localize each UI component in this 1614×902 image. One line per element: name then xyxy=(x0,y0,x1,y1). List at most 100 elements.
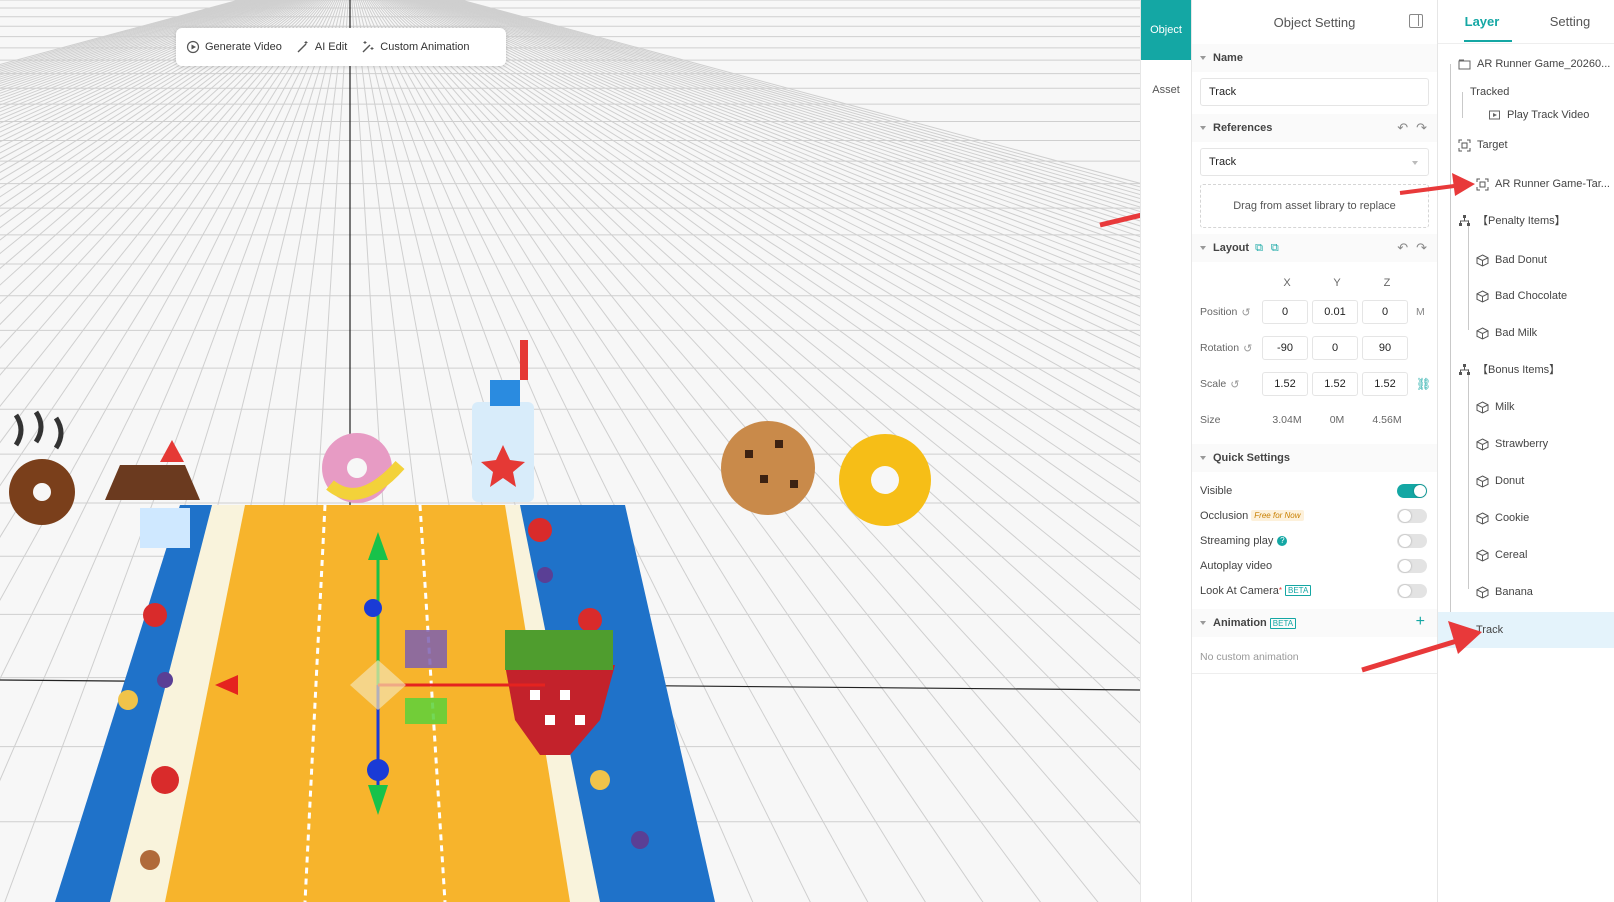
link-scale-icon[interactable]: ⛓ xyxy=(1416,377,1431,391)
visible-toggle[interactable] xyxy=(1397,484,1427,498)
tab-asset[interactable]: Asset xyxy=(1141,60,1191,120)
layer-item-tracked[interactable]: Tracked xyxy=(1470,83,1509,101)
cereal-model[interactable] xyxy=(839,434,931,526)
tree-guide-line xyxy=(1450,64,1451,624)
layer-item-play-track-video[interactable]: Play Track Video xyxy=(1488,106,1589,124)
panel-title: Object Setting xyxy=(1273,14,1356,30)
layer-item-banana[interactable]: Banana xyxy=(1476,583,1533,601)
add-animation-icon[interactable]: + xyxy=(1416,613,1425,631)
scale-y-input[interactable]: 1.52 xyxy=(1312,372,1358,396)
layer-item-bad-donut[interactable]: Bad Donut xyxy=(1476,251,1547,269)
layer-item-root[interactable]: AR Runner Game_20260... xyxy=(1458,55,1610,73)
position-label: Position xyxy=(1200,306,1238,318)
size-label: Size xyxy=(1200,414,1221,426)
position-x-input[interactable]: 0 xyxy=(1262,300,1308,324)
layer-item-label: Cereal xyxy=(1495,549,1528,561)
tab-setting[interactable]: Setting xyxy=(1526,14,1614,29)
milk-bottle-model[interactable] xyxy=(472,340,534,502)
occlusion-setting: Occlusion Free for Now xyxy=(1192,503,1437,528)
cube-icon xyxy=(1476,511,1489,525)
bad-donut-model[interactable] xyxy=(9,410,75,525)
scale-z-input[interactable]: 1.52 xyxy=(1362,372,1408,396)
redo-icon[interactable]: ↷ xyxy=(1416,121,1427,134)
help-icon[interactable]: ? xyxy=(1277,535,1288,546)
rotation-label: Rotation xyxy=(1200,342,1240,354)
tab-object-label: Object xyxy=(1150,24,1182,36)
copy-layout-icon[interactable]: ⧉ xyxy=(1255,242,1263,255)
beta-badge: BETA xyxy=(1285,585,1312,596)
rotation-x-input[interactable]: -90 xyxy=(1262,336,1308,360)
layer-item-label: Donut xyxy=(1495,475,1525,487)
layer-item-donut[interactable]: Donut xyxy=(1476,472,1524,490)
scale-row: Scale ↺ 1.52 1.52 1.52 ⛓ xyxy=(1192,366,1437,402)
layer-item-milk[interactable]: Milk xyxy=(1476,398,1515,416)
rotation-y-input[interactable]: 0 xyxy=(1312,336,1358,360)
reset-icon[interactable]: ↺ xyxy=(1230,378,1239,391)
asset-drop-zone[interactable]: Drag from asset library to replace xyxy=(1200,184,1429,228)
references-section-header[interactable]: References ↶ ↷ xyxy=(1192,114,1437,142)
layer-item-label: Play Track Video xyxy=(1507,109,1590,121)
quick-settings-title: Quick Settings xyxy=(1213,452,1291,464)
layer-item-penalty-group[interactable]: 【Penalty Items】 xyxy=(1458,211,1566,229)
tab-layer[interactable]: Layer xyxy=(1438,14,1526,29)
custom-animation-button[interactable]: Custom Animation xyxy=(361,40,470,54)
tab-asset-label: Asset xyxy=(1152,84,1180,96)
collapse-panel-icon[interactable] xyxy=(1409,14,1423,28)
position-z-input[interactable]: 0 xyxy=(1362,300,1408,324)
layer-tabs: Layer Setting xyxy=(1438,0,1614,44)
references-section-title: References xyxy=(1213,122,1273,134)
name-section-header[interactable]: Name xyxy=(1192,44,1437,72)
no-animation-text: No custom animation xyxy=(1192,637,1437,674)
tab-object[interactable]: Object xyxy=(1141,0,1191,60)
occlusion-toggle[interactable] xyxy=(1397,509,1427,523)
quick-settings-section-header[interactable]: Quick Settings xyxy=(1192,444,1437,472)
layer-item-cookie[interactable]: Cookie xyxy=(1476,509,1529,527)
side-tab-strip: Object Asset xyxy=(1140,0,1192,902)
layout-section-header[interactable]: Layout ⧉ ⧉ ↶ ↷ xyxy=(1192,234,1437,262)
bad-chocolate-model[interactable] xyxy=(105,440,200,500)
layer-item-bad-milk[interactable]: Bad Milk xyxy=(1476,324,1537,342)
undo-icon[interactable]: ↶ xyxy=(1397,241,1408,254)
scene-canvas[interactable] xyxy=(0,0,1140,902)
scale-x-input[interactable]: 1.52 xyxy=(1262,372,1308,396)
reference-select[interactable]: Track xyxy=(1200,148,1429,176)
banana-donut-model[interactable] xyxy=(322,433,405,503)
axis-z-label: Z xyxy=(1383,277,1391,289)
layer-item-label: AR Runner Game_20260... xyxy=(1477,58,1611,70)
caret-down-icon xyxy=(1200,246,1206,250)
redo-icon[interactable]: ↷ xyxy=(1416,241,1427,254)
reset-icon[interactable]: ↺ xyxy=(1241,306,1250,319)
cookie-model[interactable] xyxy=(721,421,815,515)
autoplay-toggle[interactable] xyxy=(1397,559,1427,573)
layer-item-strawberry[interactable]: Strawberry xyxy=(1476,435,1548,453)
animation-section-header[interactable]: Animation BETA + xyxy=(1192,609,1437,637)
rotation-row: Rotation ↺ -90 0 90 xyxy=(1192,330,1437,366)
folder-icon xyxy=(1458,59,1471,69)
layer-item-label: Bad Donut xyxy=(1495,254,1547,266)
layer-item-target-image[interactable]: AR Runner Game-Tar... xyxy=(1476,175,1610,193)
layer-item-bonus-group[interactable]: 【Bonus Items】 xyxy=(1458,360,1560,378)
tree-guide-line xyxy=(1468,220,1469,330)
layer-item-label: Target xyxy=(1477,139,1508,151)
layer-item-bad-chocolate[interactable]: Bad Chocolate xyxy=(1476,287,1567,305)
paste-layout-icon[interactable]: ⧉ xyxy=(1271,242,1279,255)
size-z-value: 4.56M xyxy=(1372,414,1402,426)
milk-carton-model[interactable] xyxy=(140,508,190,548)
layer-item-label: Strawberry xyxy=(1495,438,1549,450)
ai-edit-button[interactable]: AI Edit xyxy=(296,40,347,54)
layer-item-cereal[interactable]: Cereal xyxy=(1476,546,1527,564)
hierarchy-icon xyxy=(1459,363,1470,375)
reset-icon[interactable]: ↺ xyxy=(1243,342,1252,355)
name-input[interactable]: Track xyxy=(1200,78,1429,106)
generate-video-button[interactable]: Generate Video xyxy=(186,40,282,54)
undo-icon[interactable]: ↶ xyxy=(1397,121,1408,134)
layer-item-target[interactable]: Target xyxy=(1458,136,1508,154)
scene-viewport[interactable]: Generate Video AI Edit Custom Animation xyxy=(0,0,1140,902)
streaming-toggle[interactable] xyxy=(1397,534,1427,548)
rotation-z-input[interactable]: 90 xyxy=(1362,336,1408,360)
layer-item-track[interactable]: Track xyxy=(1438,612,1614,648)
position-y-input[interactable]: 0.01 xyxy=(1312,300,1358,324)
sparkle-wand-icon xyxy=(362,41,374,53)
video-action-icon xyxy=(1489,110,1500,119)
look-at-camera-toggle[interactable] xyxy=(1397,584,1427,598)
